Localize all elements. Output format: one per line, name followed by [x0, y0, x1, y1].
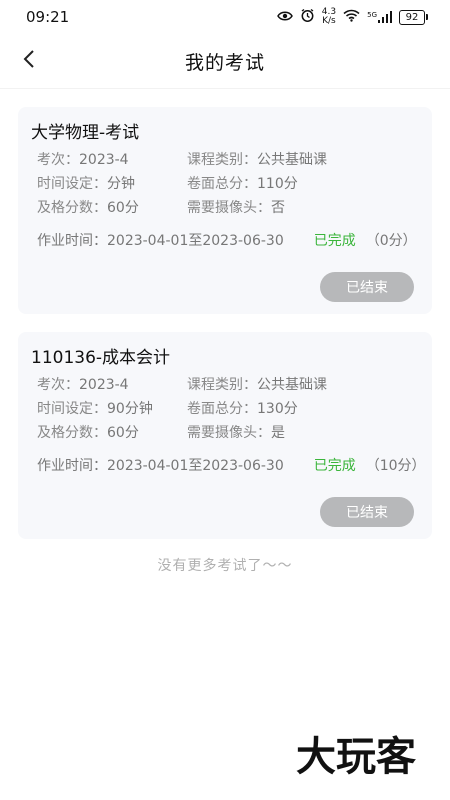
exam-score: （10分） — [365, 458, 426, 474]
exam-info: 考次：2023-4 课程类别：公共基础课 时间设定：分钟 卷面总分：110分 及… — [31, 148, 432, 220]
work-time-row: 作业时间： 2023-04-01至2023-06-30 已完成 （0分） — [31, 228, 432, 252]
signal-label: 5G — [367, 11, 377, 19]
exam-list: 大学物理-考试 考次：2023-4 课程类别：公共基础课 时间设定：分钟 卷面总… — [18, 107, 432, 557]
pass-score-info: 及格分数：60分 — [37, 425, 139, 441]
exam-info: 考次：2023-4 课程类别：公共基础课 时间设定：90分钟 卷面总分：130分… — [31, 373, 432, 445]
watermark-logo: 大玩客 — [296, 733, 416, 780]
alarm-icon — [300, 8, 315, 26]
time-setting-info: 时间设定：分钟 — [37, 176, 135, 192]
work-time-label: 作业时间： — [37, 233, 107, 249]
nav-bar: 我的考试 — [0, 34, 450, 89]
exam-title: 大学物理-考试 — [31, 123, 140, 143]
page-title: 我的考试 — [184, 51, 265, 74]
session-info: 考次：2023-4 — [37, 377, 129, 393]
status-bar: 09:21 4.3 K/s 5G 92 — [0, 0, 450, 34]
exam-card[interactable]: 110136-成本会计 考次：2023-4 课程类别：公共基础课 时间设定：90… — [18, 332, 432, 539]
pass-score-info: 及格分数：60分 — [37, 200, 139, 216]
ended-button[interactable]: 已结束 — [320, 272, 414, 302]
wifi-icon — [343, 9, 360, 25]
work-time-label: 作业时间： — [37, 458, 107, 474]
ended-button[interactable]: 已结束 — [320, 497, 414, 527]
battery-icon: 92 — [399, 9, 428, 25]
work-time: 2023-04-01至2023-06-30 — [107, 233, 284, 249]
eye-icon — [276, 10, 293, 25]
back-button[interactable] — [12, 44, 46, 78]
exam-card[interactable]: 大学物理-考试 考次：2023-4 课程类别：公共基础课 时间设定：分钟 卷面总… — [18, 107, 432, 314]
status-icons: 4.3 K/s 5G 92 — [276, 8, 428, 26]
time-setting-info: 时间设定：90分钟 — [37, 401, 153, 417]
status-badge: 已完成 — [313, 233, 356, 249]
category-info: 课程类别：公共基础课 — [187, 152, 327, 168]
total-score-info: 卷面总分：130分 — [187, 401, 298, 417]
exam-title: 110136-成本会计 — [31, 348, 171, 368]
battery-level: 92 — [399, 9, 425, 25]
total-score-info: 卷面总分：110分 — [187, 176, 298, 192]
camera-info: 需要摄像头：是 — [187, 425, 285, 441]
category-info: 课程类别：公共基础课 — [187, 377, 327, 393]
work-time-row: 作业时间： 2023-04-01至2023-06-30 已完成 （10分） — [31, 453, 432, 477]
session-info: 考次：2023-4 — [37, 152, 129, 168]
work-time: 2023-04-01至2023-06-30 — [107, 458, 284, 474]
exam-score: （0分） — [365, 233, 417, 249]
chevron-left-icon — [22, 49, 36, 73]
status-time: 09:21 — [26, 8, 70, 26]
signal-icon: 5G — [367, 11, 392, 23]
net-speed-unit: K/s — [322, 16, 336, 26]
net-speed: 4.3 K/s — [322, 8, 336, 26]
camera-info: 需要摄像头：否 — [187, 200, 285, 216]
status-badge: 已完成 — [313, 458, 356, 474]
no-more-text: 没有更多考试了～～ — [157, 558, 293, 574]
